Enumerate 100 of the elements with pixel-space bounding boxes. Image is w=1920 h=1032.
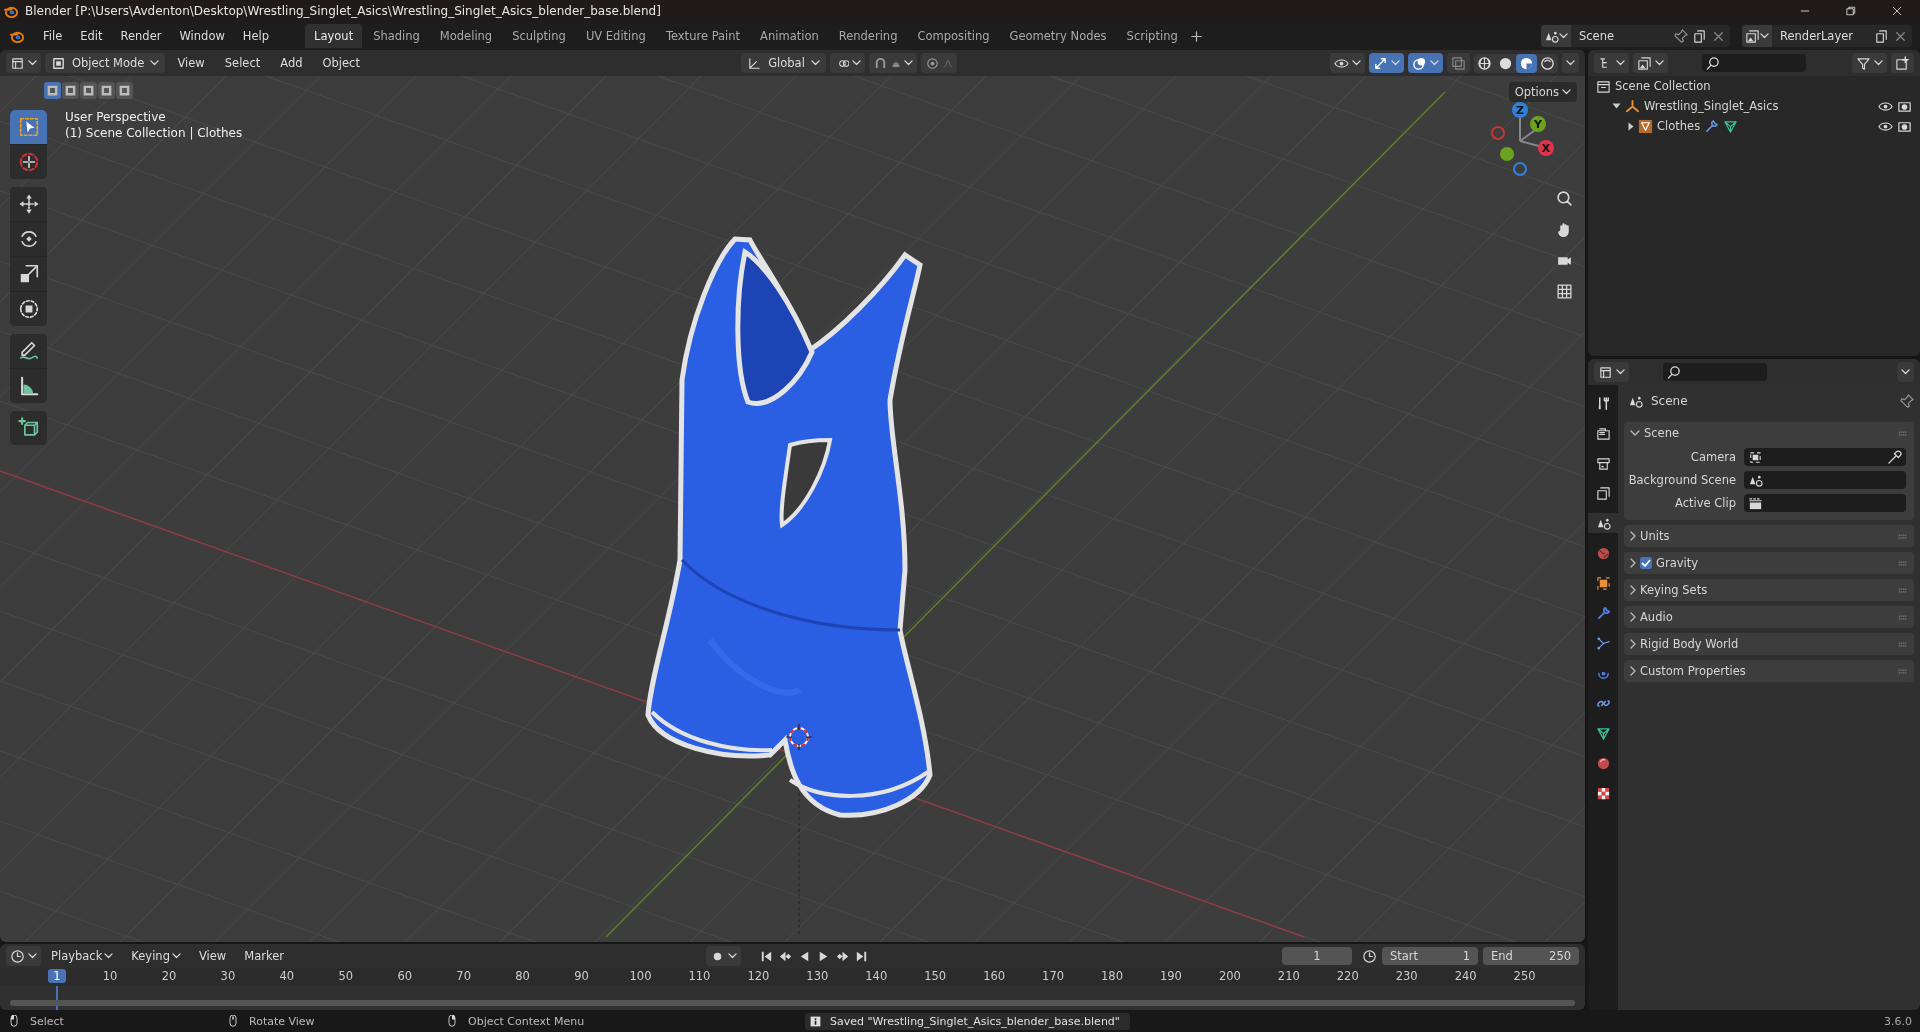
chevron-right-icon[interactable] [1630,666,1636,676]
outliner-item[interactable]: Clothes [1657,119,1701,133]
workspace-tab[interactable]: Geometry Nodes [1000,24,1116,48]
shading-dropdown[interactable] [1562,53,1579,73]
selection-mode-button[interactable] [62,82,79,99]
copy-icon[interactable] [1874,28,1889,44]
negative-axis-handle[interactable] [1500,147,1514,161]
menu-item[interactable]: Object [314,53,368,73]
workspace-tab[interactable]: Shading [364,24,429,48]
end-frame-field[interactable]: End 250 [1483,947,1579,965]
tool-button[interactable] [10,411,47,445]
negative-axis-handle[interactable] [1491,126,1505,140]
tool-button[interactable] [10,334,47,368]
value-field[interactable] [1744,471,1906,489]
proportional-button[interactable] [920,53,957,73]
pivot-button[interactable] [829,53,865,73]
display-mode-button[interactable] [1594,53,1629,73]
checkbox[interactable] [1640,557,1652,569]
orientation-dropdown[interactable]: Global [741,53,826,73]
workspace-tab[interactable]: Layout [305,24,363,48]
menu-item[interactable]: Add [272,53,311,73]
tool-button[interactable] [10,292,47,326]
tool-button[interactable] [10,257,47,291]
triangle-right-icon[interactable] [1628,121,1634,131]
properties-tab[interactable] [1588,513,1618,533]
selection-mode-button[interactable] [98,82,115,99]
workspace-tab[interactable]: Animation [751,24,828,48]
wrench-icon[interactable] [1704,118,1720,134]
workspace-tab[interactable]: Modeling [430,24,502,48]
view-layer-selector[interactable]: RenderLayer [1742,25,1912,47]
shading-button[interactable] [1516,53,1537,73]
editor-type-button[interactable] [1594,362,1629,382]
add-icon[interactable] [1188,28,1204,44]
menu-item[interactable]: Select [216,53,269,73]
axis-handle[interactable]: X [1538,140,1554,156]
selection-mode-button[interactable] [44,82,61,99]
outliner-item[interactable]: Wrestling_Singlet_Asics [1644,99,1779,113]
options-button[interactable] [1897,362,1914,382]
workspace-tab[interactable]: Rendering [829,24,907,48]
magnifier-icon[interactable] [1556,190,1573,207]
eyedropper-icon[interactable] [1887,449,1902,465]
options-dropdown[interactable]: Options [1508,82,1577,102]
view-layer-name[interactable]: RenderLayer [1776,29,1870,43]
toggle-button[interactable] [1330,53,1365,73]
value-field[interactable] [1744,494,1906,512]
pin-icon[interactable] [1899,393,1914,409]
toggle-button[interactable] [1369,53,1404,73]
menu-item[interactable]: Window [171,26,233,46]
editor-type-button[interactable] [6,53,41,73]
axis-handle[interactable]: Y [1530,116,1546,132]
editor-type-button[interactable] [6,946,41,966]
workspace-tab[interactable]: UV Editing [576,24,655,48]
chevron-right-icon[interactable] [1630,612,1636,622]
workspace-tab[interactable]: Sculpting [503,24,575,48]
tool-button[interactable] [10,145,47,179]
selection-mode-button[interactable] [116,82,133,99]
panel-header[interactable]: Units [1640,529,1670,543]
negative-axis-handle[interactable] [1513,162,1527,176]
workspace-tab[interactable]: Scripting [1117,24,1187,48]
snap-button[interactable] [868,53,917,73]
search-field[interactable] [1663,363,1767,381]
mode-dropdown[interactable]: Object Mode [45,53,166,73]
panel-header[interactable]: Audio [1640,610,1673,624]
scrollbar[interactable] [10,1000,1575,1006]
tool-button[interactable] [10,222,47,256]
menu-item[interactable]: Playback [43,946,122,966]
new-collection-button[interactable] [1891,53,1914,73]
grid-icon[interactable] [1556,283,1573,300]
filter-button[interactable] [1852,53,1887,73]
chevron-right-icon[interactable] [1630,639,1636,649]
tool-button[interactable] [10,369,47,403]
chevron-right-icon[interactable] [1630,531,1636,541]
selection-mode-button[interactable] [80,82,97,99]
menu-item[interactable]: File [35,26,71,46]
view-layer-button[interactable] [1633,53,1668,73]
triangle-down-icon[interactable] [1612,103,1621,109]
panel-header[interactable]: Gravity [1656,556,1698,570]
value-field[interactable] [1744,448,1906,466]
current-frame-field[interactable]: 1 [1282,947,1352,965]
menu-item[interactable]: Keying [123,946,189,966]
copy-icon[interactable] [1692,28,1707,44]
menu-item[interactable]: Help [234,26,278,46]
menu-item[interactable]: Edit [72,26,111,46]
chevron-down-icon[interactable] [1630,430,1640,436]
scene-name[interactable]: Scene [1575,29,1669,43]
clock-icon[interactable] [1362,948,1377,964]
toggle-button[interactable] [1408,53,1443,73]
panel-header[interactable]: Scene [1644,426,1680,440]
search-field[interactable] [1702,54,1806,72]
record-button[interactable] [705,946,741,966]
scene-selector[interactable]: Scene [1541,25,1730,47]
workspace-tab[interactable]: Compositing [908,24,999,48]
start-frame-field[interactable]: Start 1 [1382,947,1478,965]
menu-item[interactable]: Marker [236,946,292,966]
triangle-icon[interactable] [1723,118,1739,134]
menu-item[interactable]: Render [112,26,170,46]
panel-header[interactable]: Keying Sets [1640,583,1708,597]
axis-handle[interactable]: Z [1512,102,1528,118]
menu-item[interactable]: View [190,946,235,966]
menu-item[interactable]: View [169,53,213,73]
